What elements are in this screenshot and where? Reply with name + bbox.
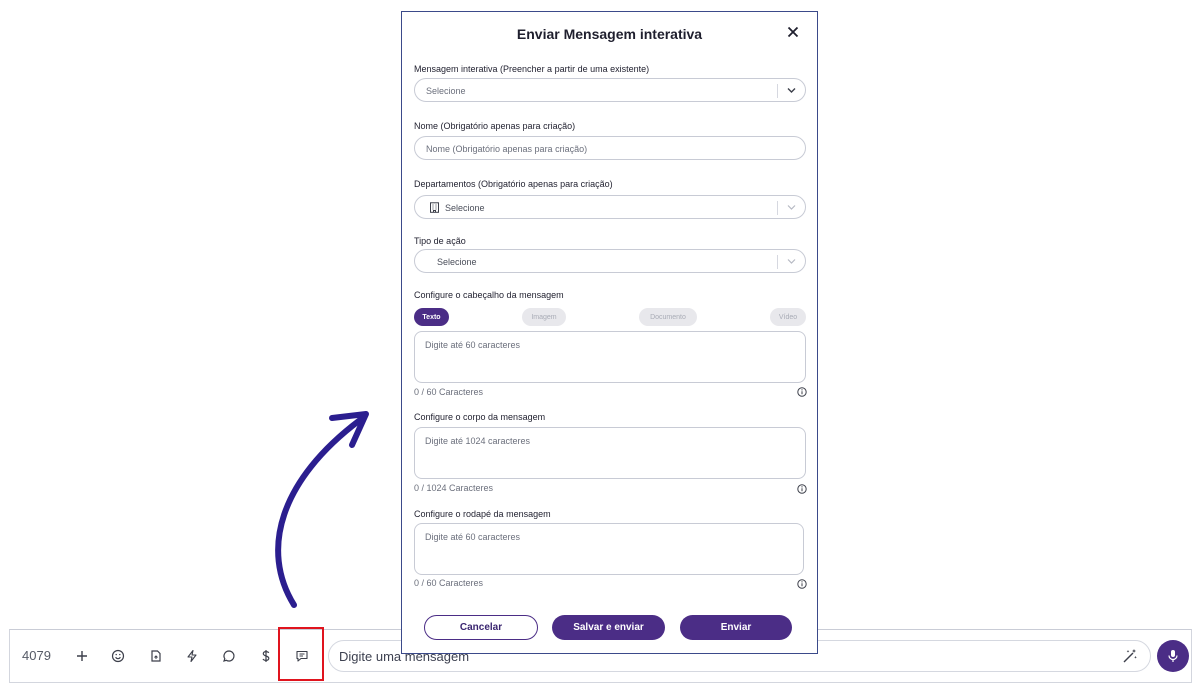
chevron-down-icon — [787, 259, 796, 264]
emoji-icon[interactable] — [107, 645, 129, 667]
header-counter: 0 / 60 Caracteres — [414, 387, 484, 397]
header-text-area[interactable]: Digite até 60 caracteres — [414, 331, 806, 383]
tab-imagem[interactable]: Imagem — [522, 308, 566, 326]
footer-placeholder: Digite até 60 caracteres — [425, 532, 521, 542]
chat-bubble-icon[interactable] — [218, 645, 240, 667]
footer-text-area[interactable]: Digite até 60 caracteres — [414, 523, 804, 575]
select-divider — [777, 201, 778, 215]
name-field[interactable]: Nome (Obrigatório apenas para criação) — [414, 136, 806, 160]
existing-message-label: Mensagem interativa (Preencher a partir … — [414, 64, 650, 74]
microphone-button[interactable] — [1157, 640, 1189, 672]
body-placeholder: Digite até 1024 caracteres — [425, 436, 531, 446]
body-text-area[interactable]: Digite até 1024 caracteres — [414, 427, 806, 479]
header-placeholder: Digite até 60 caracteres — [425, 340, 521, 350]
ticket-id: 4079 — [22, 648, 51, 663]
tab-documento[interactable]: Documento — [639, 308, 697, 326]
tab-video[interactable]: Vídeo — [770, 308, 806, 326]
modal-title: Enviar Mensagem interativa — [516, 26, 703, 42]
lightning-icon[interactable] — [181, 645, 203, 667]
header-config-label: Configure o cabeçalho da mensagem — [414, 290, 564, 300]
departments-label: Departamentos (Obrigatório apenas para c… — [414, 179, 613, 189]
info-icon[interactable] — [797, 387, 807, 397]
info-icon[interactable] — [797, 579, 807, 589]
body-counter: 0 / 1024 Caracteres — [414, 483, 494, 493]
departments-value: Selecione — [445, 203, 485, 213]
select-divider — [777, 84, 778, 98]
file-icon[interactable] — [145, 645, 167, 667]
tab-texto[interactable]: Texto — [414, 308, 449, 326]
existing-message-value: Selecione — [426, 86, 466, 96]
chevron-down-icon — [787, 205, 796, 210]
name-label: Nome (Obrigatório apenas para criação) — [414, 121, 576, 131]
save-and-send-button[interactable]: Salvar e enviar — [552, 615, 665, 640]
footer-counter: 0 / 60 Caracteres — [414, 578, 484, 588]
body-config-label: Configure o corpo da mensagem — [414, 412, 546, 422]
send-button[interactable]: Enviar — [680, 615, 792, 640]
close-icon[interactable] — [785, 24, 801, 40]
select-divider — [777, 255, 778, 269]
dollar-icon[interactable] — [255, 645, 277, 667]
highlight-box — [278, 627, 324, 681]
building-icon — [430, 202, 439, 213]
plus-icon[interactable] — [71, 645, 93, 667]
departments-select[interactable]: Selecione — [414, 195, 806, 219]
cancel-button[interactable]: Cancelar — [424, 615, 538, 640]
action-type-select[interactable]: Selecione — [414, 249, 806, 273]
magic-wand-icon[interactable] — [1122, 648, 1138, 664]
chevron-down-icon — [787, 88, 796, 93]
footer-config-label: Configure o rodapé da mensagem — [414, 509, 551, 519]
pointer-arrow — [275, 411, 369, 608]
name-placeholder: Nome (Obrigatório apenas para criação) — [426, 144, 588, 154]
action-type-label: Tipo de ação — [414, 236, 466, 246]
interactive-message-modal: Enviar Mensagem interativa Mensagem inte… — [401, 11, 818, 654]
microphone-icon — [1168, 650, 1178, 662]
info-icon[interactable] — [797, 484, 807, 494]
existing-message-select[interactable]: Selecione — [414, 78, 806, 102]
action-type-value: Selecione — [437, 257, 477, 267]
